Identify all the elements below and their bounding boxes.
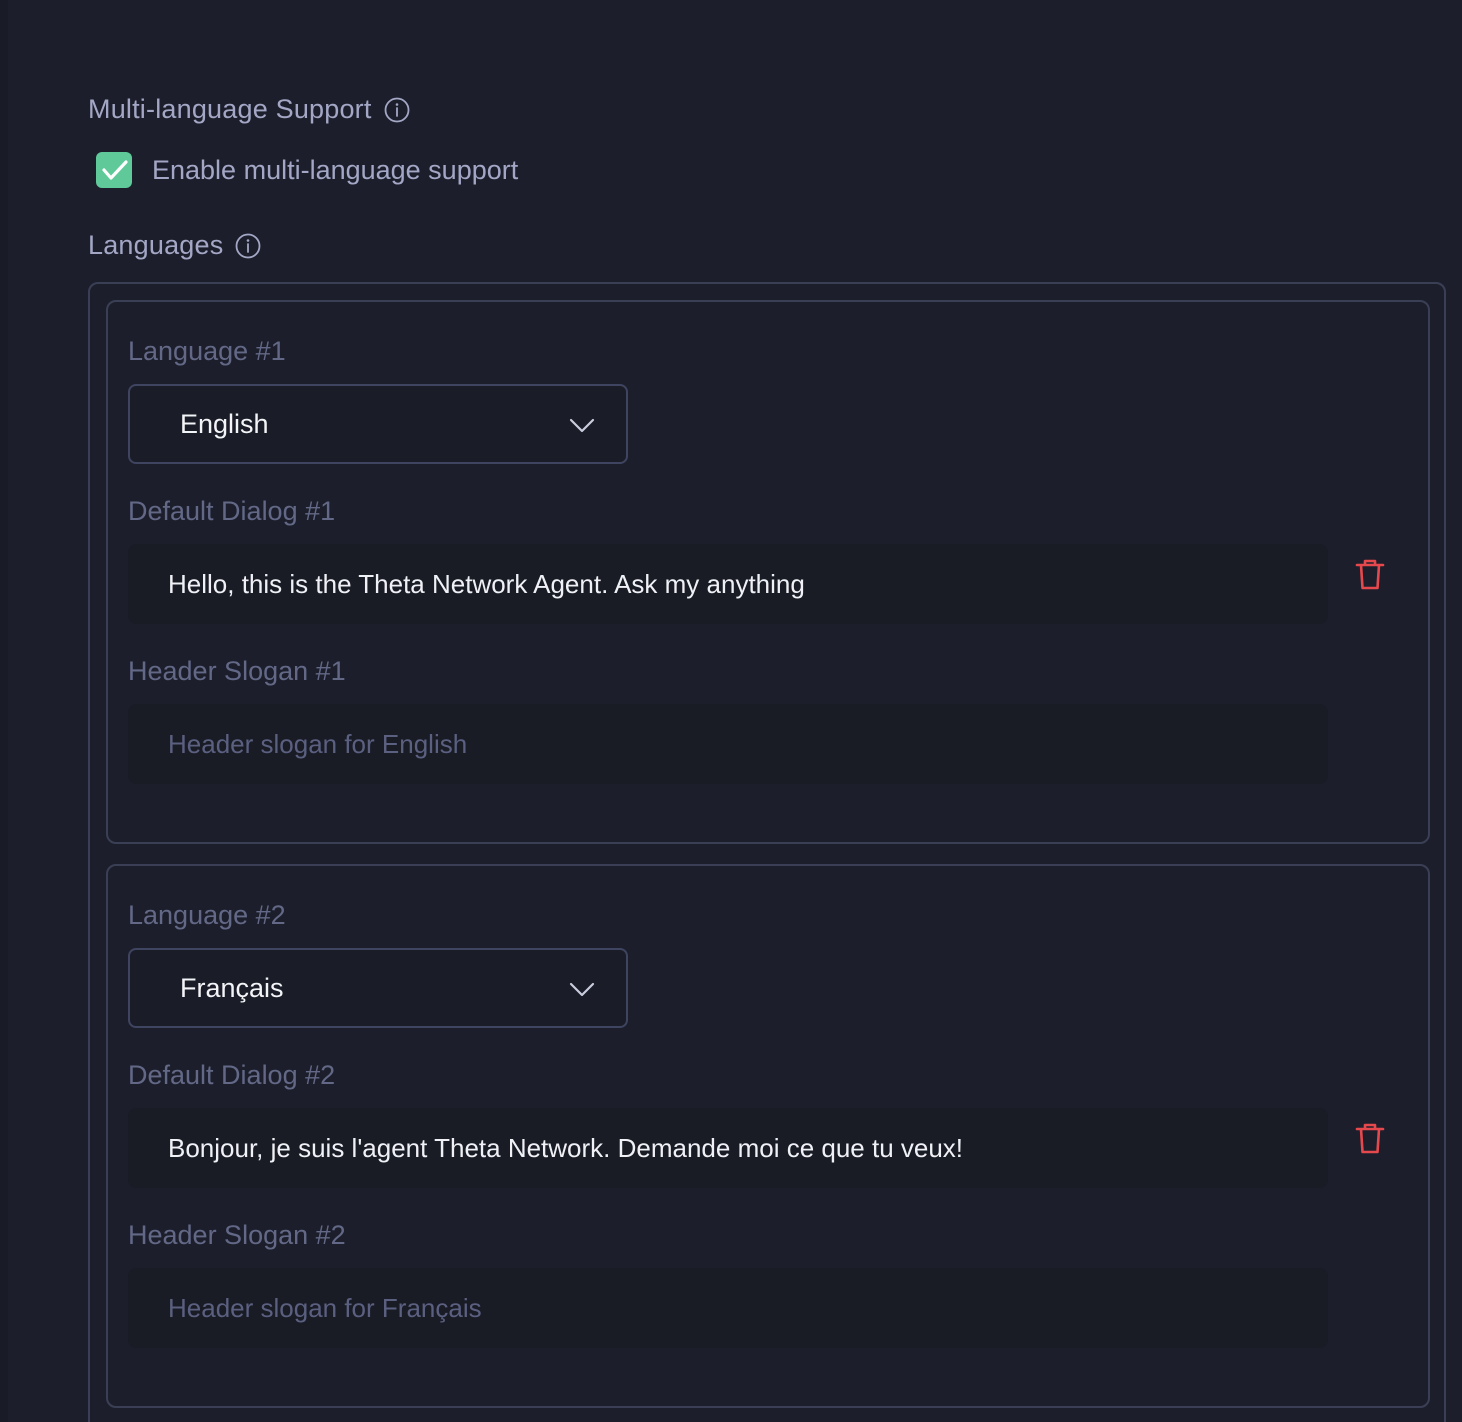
language-select-value: English [180, 408, 269, 439]
default-dialog-value: Bonjour, je suis l'agent Theta Network. … [168, 1132, 964, 1163]
language-label: Language #1 [128, 336, 286, 366]
header-slogan-input[interactable]: Header slogan for Français [128, 1268, 1328, 1348]
check-icon [102, 160, 128, 180]
panel-edge [0, 0, 8, 1422]
default-dialog-input[interactable]: Bonjour, je suis l'agent Theta Network. … [128, 1108, 1328, 1188]
header-slogan-label: Header Slogan #2 [128, 1220, 346, 1250]
chevron-down-icon [569, 982, 595, 997]
enable-multi-language-row[interactable]: Enable multi-language support [96, 152, 518, 188]
default-dialog-value: Hello, this is the Theta Network Agent. … [168, 568, 805, 599]
multi-language-heading: Multi-language Support [88, 94, 410, 125]
language-select[interactable]: English [128, 384, 628, 464]
language-label: Language #2 [128, 900, 286, 930]
header-slogan-placeholder: Header slogan for Français [168, 1292, 482, 1323]
languages-heading: Languages [88, 230, 261, 261]
trash-icon[interactable] [1354, 558, 1386, 592]
multi-language-title: Multi-language Support [88, 94, 372, 124]
settings-panel: Multi-language Support Enable multi-lang… [0, 0, 1462, 1422]
header-slogan-placeholder: Header slogan for English [168, 728, 468, 759]
enable-multi-language-label: Enable multi-language support [152, 154, 519, 185]
default-dialog-label: Default Dialog #2 [128, 1060, 336, 1090]
chevron-down-icon [569, 418, 595, 433]
header-slogan-input[interactable]: Header slogan for English [128, 704, 1328, 784]
language-card-2: Language #2 Français Default Dialog #2 B… [106, 864, 1430, 1408]
languages-title: Languages [88, 230, 224, 260]
info-icon[interactable] [235, 233, 261, 259]
language-card-1: Language #1 English Default Dialog #1 He… [106, 300, 1430, 844]
default-dialog-input[interactable]: Hello, this is the Theta Network Agent. … [128, 544, 1328, 624]
trash-icon[interactable] [1354, 1122, 1386, 1156]
language-select[interactable]: Français [128, 948, 628, 1028]
enable-multi-language-checkbox[interactable] [96, 152, 132, 188]
header-slogan-label: Header Slogan #1 [128, 656, 346, 686]
info-icon[interactable] [384, 97, 410, 123]
default-dialog-label: Default Dialog #1 [128, 496, 336, 526]
language-select-value: Français [180, 972, 284, 1003]
